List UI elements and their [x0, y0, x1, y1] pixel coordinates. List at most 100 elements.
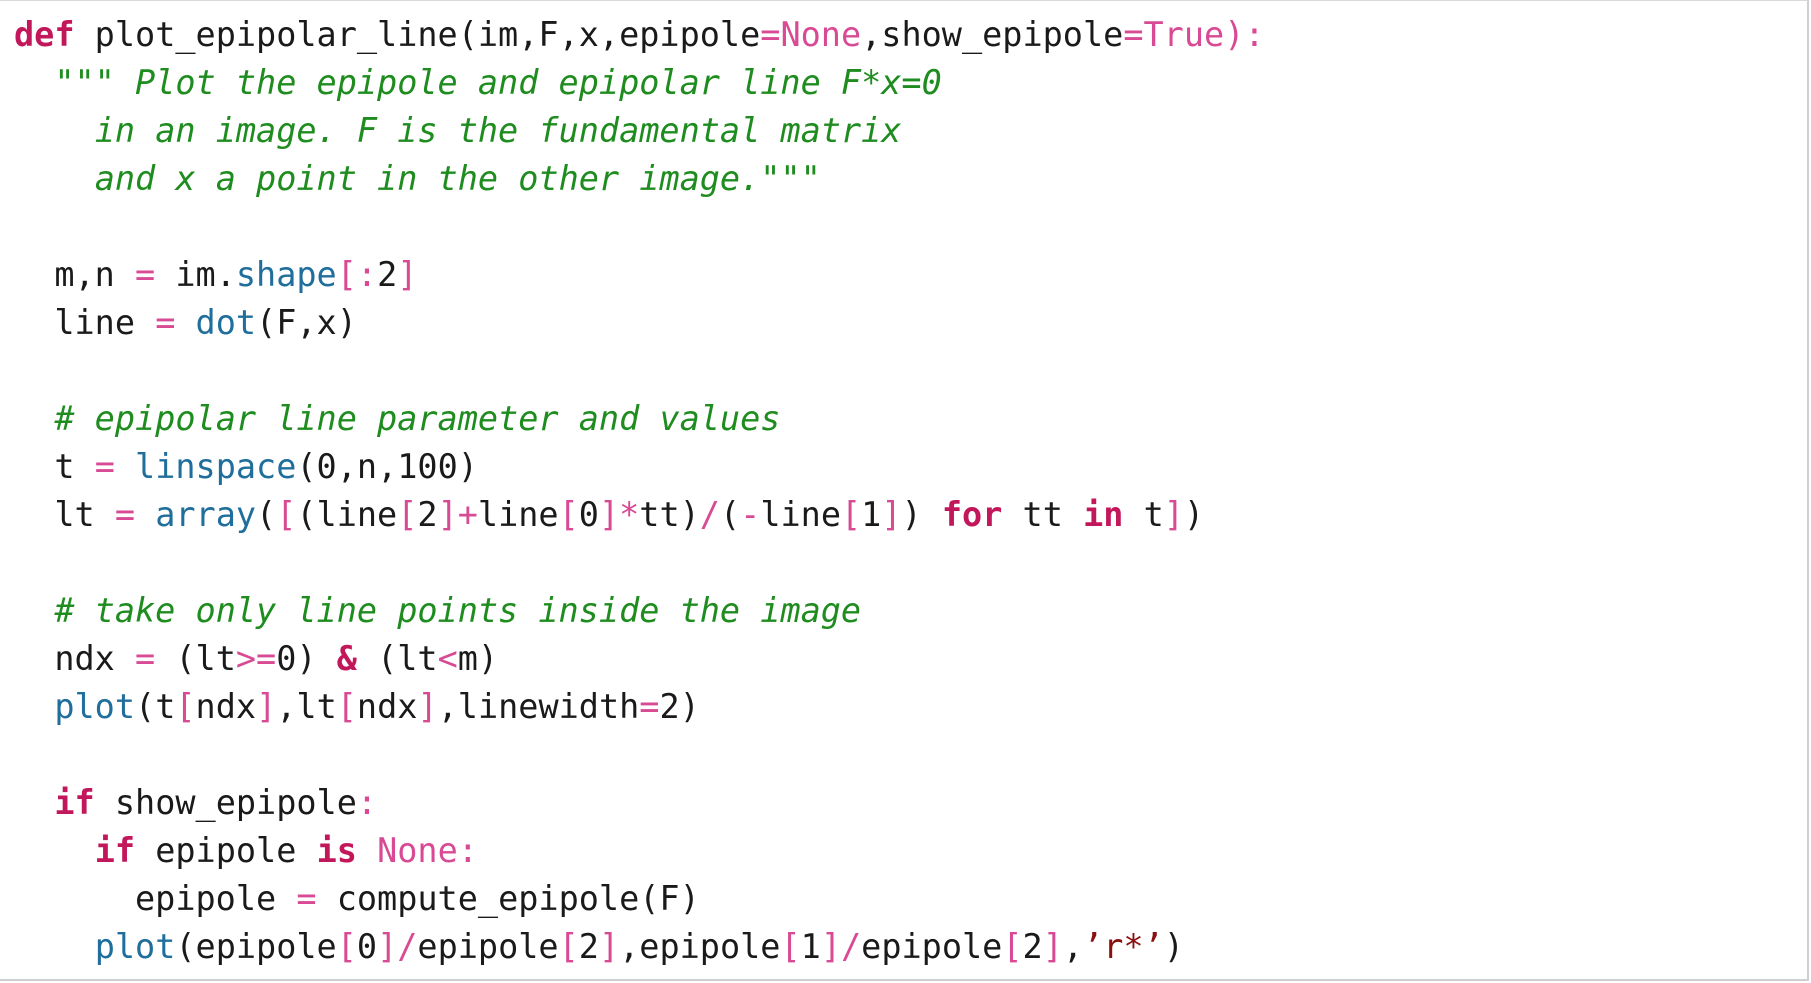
- code-line: line = dot(F,x): [14, 299, 1265, 347]
- code-token: line: [760, 495, 841, 534]
- code-token: [: [336, 927, 357, 966]
- code-token: 2): [659, 687, 700, 726]
- code-token: (0,n,100): [296, 447, 478, 486]
- code-token: ]: [1042, 927, 1063, 966]
- code-token: =: [760, 15, 781, 54]
- code-token: [: [780, 927, 801, 966]
- code-token: =: [1123, 15, 1144, 54]
- code-token: =: [114, 495, 136, 534]
- code-token: ]/: [820, 927, 862, 966]
- code-token: [: [397, 495, 418, 534]
- code-token: 2: [377, 255, 398, 294]
- code-token: (: [256, 495, 277, 534]
- code-token: (lt: [356, 639, 438, 678]
- code-token: =: [135, 255, 156, 294]
- code-token: if: [54, 783, 95, 822]
- code-token: """ Plot the epipole and epipolar line F…: [54, 63, 942, 102]
- code-token: # take only line points inside the image: [54, 591, 862, 630]
- code-token: 2: [578, 927, 599, 966]
- code-token: [: [175, 687, 196, 726]
- code-token: ,linewidth: [437, 687, 640, 726]
- code-token: ]+: [437, 495, 478, 534]
- code-token: None: [377, 831, 458, 870]
- code-token: im.: [155, 255, 236, 294]
- code-token: tt: [1002, 495, 1084, 534]
- code-token: /: [699, 495, 720, 534]
- code-token: line: [14, 303, 156, 342]
- code-line: in an image. F is the fundamental matrix: [14, 107, 1265, 155]
- code-token: plot_epipolar_line(im,F,x,epipole: [74, 15, 761, 54]
- code-line: ndx = (lt>=0) & (lt<m): [14, 635, 1265, 683]
- code-token: [: [276, 495, 297, 534]
- code-token: ):: [1224, 15, 1265, 54]
- code-token: 2: [1022, 927, 1043, 966]
- code-token: t: [1123, 495, 1164, 534]
- code-token: ndx: [356, 687, 418, 726]
- code-token: array: [155, 495, 257, 534]
- code-token: [: [1002, 927, 1023, 966]
- code-block: def plot_epipolar_line(im,F,x,epipole=No…: [14, 11, 1265, 971]
- code-token: <: [437, 639, 458, 678]
- code-token: in: [1083, 495, 1124, 534]
- code-token: ): [1163, 927, 1184, 966]
- code-token: [: [841, 495, 862, 534]
- code-token: :: [457, 831, 478, 870]
- code-token: compute_epipole(F): [316, 879, 700, 918]
- code-line: plot(t[ndx],lt[ndx],linewidth=2): [14, 683, 1265, 731]
- code-token: t: [14, 447, 95, 486]
- code-token: 2: [417, 495, 438, 534]
- code-line: lt = array([(line[2]+line[0]*tt)/(-line[…: [14, 491, 1265, 539]
- code-token: epipole: [861, 927, 1003, 966]
- code-line: def plot_epipolar_line(im,F,x,epipole=No…: [14, 11, 1265, 59]
- code-token: show_epipole: [94, 783, 357, 822]
- code-token: ]/: [377, 927, 418, 966]
- code-token: ]: [397, 255, 418, 294]
- code-line: if show_epipole:: [14, 779, 1265, 827]
- code-token: linspace: [135, 447, 297, 486]
- code-token: ,lt: [276, 687, 337, 726]
- code-listing-frame: def plot_epipolar_line(im,F,x,epipole=No…: [0, 0, 1809, 981]
- code-token: [:: [336, 255, 378, 294]
- code-token: =: [155, 303, 176, 342]
- code-token: ]: [256, 687, 277, 726]
- code-token: epipole: [14, 879, 297, 918]
- code-line: # take only line points inside the image: [14, 587, 1265, 635]
- code-token: m,n: [14, 255, 136, 294]
- code-token: epipole: [135, 831, 317, 870]
- code-token: if: [94, 831, 136, 870]
- code-token: m): [457, 639, 499, 678]
- code-token: # epipolar line parameter and values: [54, 399, 781, 438]
- code-token: =: [296, 879, 317, 918]
- code-token: (epipole: [175, 927, 337, 966]
- code-token: ,epipole: [619, 927, 781, 966]
- code-token: ]*: [598, 495, 640, 534]
- code-token: plot: [94, 927, 176, 966]
- code-token: (lt: [155, 639, 236, 678]
- code-line: m,n = im.shape[:2]: [14, 251, 1265, 299]
- code-token: is: [316, 831, 357, 870]
- code-token: &: [336, 639, 357, 678]
- code-token: :: [356, 783, 378, 822]
- code-token: =: [135, 639, 156, 678]
- code-token: ]: [417, 687, 438, 726]
- code-token: 1: [800, 927, 821, 966]
- code-token: (F,x): [256, 303, 357, 342]
- code-token: [: [336, 687, 357, 726]
- code-token: ]: [598, 927, 620, 966]
- code-token: (line: [296, 495, 398, 534]
- code-token: ,show_epipole: [861, 15, 1124, 54]
- code-token: lt: [14, 495, 115, 534]
- code-token: plot: [54, 687, 136, 726]
